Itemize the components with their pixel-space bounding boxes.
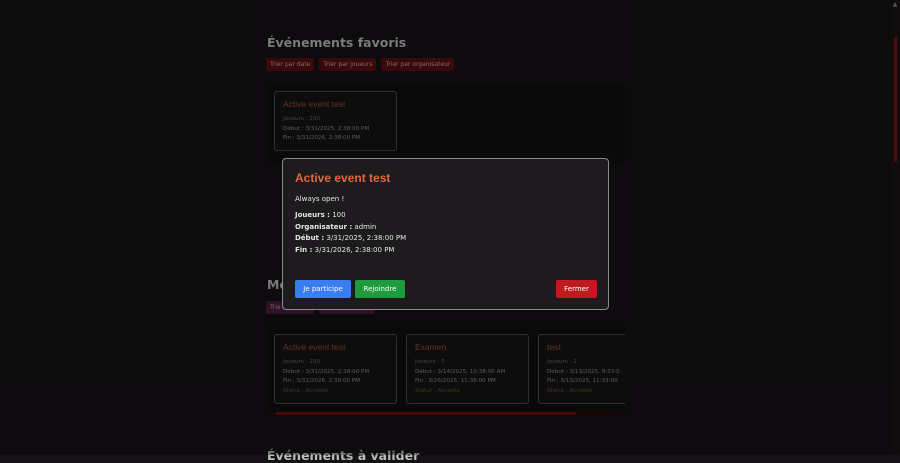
modal-description: Always open !	[295, 195, 345, 203]
modal-field-players: Joueurs : 100	[295, 211, 346, 219]
events-page: Événements favoris Trier par date Trier …	[0, 0, 900, 463]
modal-fields: Joueurs : 100 Organisateur : admin Début…	[295, 210, 596, 256]
close-button[interactable]: Fermer	[556, 280, 597, 298]
modal-field-end: Fin : 3/31/2026, 2:38:00 PM	[295, 245, 395, 254]
participate-button[interactable]: Je participe	[295, 280, 351, 298]
modal-title: Active event test	[295, 171, 391, 185]
join-button[interactable]: Rejoindre	[355, 280, 405, 298]
event-detail-modal: Active event test Always open ! Joueurs …	[282, 158, 609, 310]
modal-field-organizer: Organisateur : admin	[295, 222, 377, 231]
modal-field-start: Début : 3/31/2025, 2:38:00 PM	[295, 234, 407, 242]
